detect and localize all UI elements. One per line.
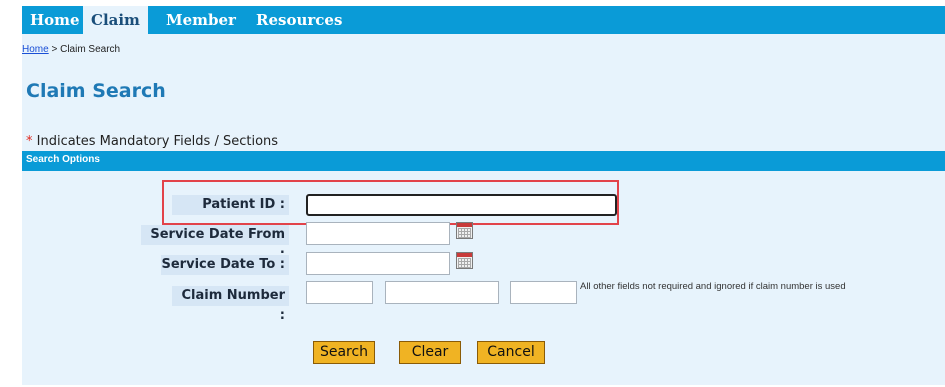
service-date-from-label: Service Date From : xyxy=(141,225,289,262)
section-header: Search Options xyxy=(22,151,945,171)
nav-tab-home[interactable]: Home xyxy=(22,6,88,34)
mandatory-text: Indicates Mandatory Fields / Sections xyxy=(32,134,279,149)
claim-number-label: Claim Number : xyxy=(172,286,289,323)
service-date-from-input[interactable] xyxy=(306,222,450,245)
patient-id-input[interactable] xyxy=(306,194,617,216)
top-nav: Home Claim Member Resources xyxy=(22,6,945,34)
cancel-button[interactable]: Cancel xyxy=(477,341,545,364)
clear-button[interactable]: Clear xyxy=(399,341,461,364)
breadcrumb-current: Claim Search xyxy=(60,44,121,55)
claim-number-note: All other fields not required and ignore… xyxy=(580,281,846,292)
mandatory-note: * Indicates Mandatory Fields / Sections xyxy=(26,134,278,149)
breadcrumb-home-link[interactable]: Home xyxy=(22,44,49,55)
section-title: Search Options xyxy=(26,154,100,165)
breadcrumb-separator: > xyxy=(48,44,61,55)
service-date-to-input[interactable] xyxy=(306,252,450,275)
nav-tab-claim[interactable]: Claim xyxy=(83,6,148,34)
breadcrumb: Home > Claim Search xyxy=(22,44,120,55)
calendar-icon[interactable] xyxy=(456,222,473,239)
patient-id-label: Patient ID : xyxy=(172,195,289,215)
page-title: Claim Search xyxy=(26,80,166,102)
claim-number-input-3[interactable] xyxy=(510,281,577,304)
service-date-to-label: Service Date To : xyxy=(161,255,289,275)
nav-tab-member[interactable]: Member xyxy=(158,6,244,34)
claim-number-input-2[interactable] xyxy=(385,281,499,304)
search-button[interactable]: Search xyxy=(313,341,375,364)
nav-tab-resources[interactable]: Resources xyxy=(248,6,350,34)
calendar-icon[interactable] xyxy=(456,252,473,269)
claim-number-input-1[interactable] xyxy=(306,281,373,304)
